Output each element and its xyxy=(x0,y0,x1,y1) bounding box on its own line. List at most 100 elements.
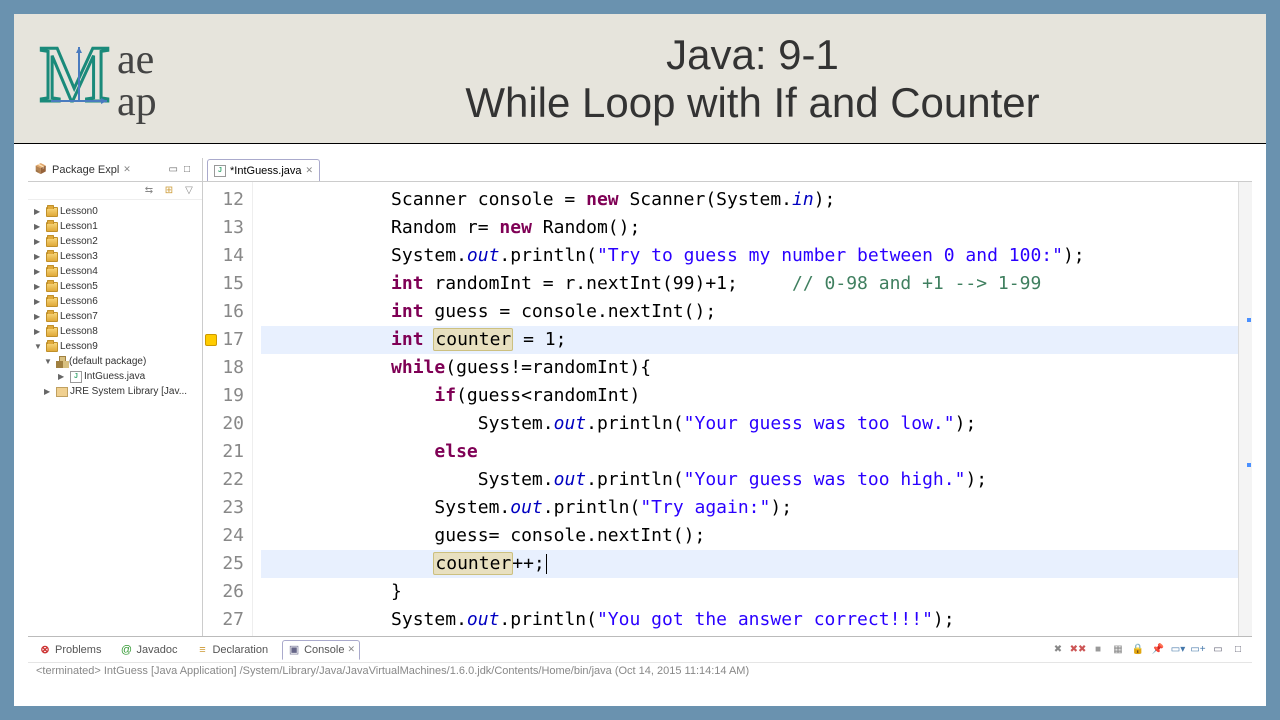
twist-icon[interactable]: ▶ xyxy=(34,294,44,309)
link-editor-icon[interactable]: ⊞ xyxy=(162,184,176,198)
gutter-line: 14 xyxy=(207,242,244,270)
tree-item-lesson2[interactable]: ▶ Lesson2 xyxy=(30,234,200,249)
gutter-line: 21 xyxy=(207,438,244,466)
bottom-tab-javadoc[interactable]: @Javadoc xyxy=(115,641,181,659)
remove-all-icon[interactable]: ✖✖ xyxy=(1070,642,1086,658)
tree-item-intguess-java[interactable]: ▶J IntGuess.java xyxy=(30,369,200,384)
tree-item-lesson0[interactable]: ▶ Lesson0 xyxy=(30,204,200,219)
code-area[interactable]: Scanner console = new Scanner(System.in)… xyxy=(253,182,1252,636)
code-line-16[interactable]: int guess = console.nextInt(); xyxy=(261,298,1252,326)
twist-icon[interactable]: ▼ xyxy=(34,339,44,354)
terminate-icon[interactable]: ■ xyxy=(1090,642,1106,658)
folder-icon xyxy=(46,312,58,322)
vertical-scrollbar[interactable] xyxy=(1238,182,1252,636)
code-line-14[interactable]: System.out.println("Try to guess my numb… xyxy=(261,242,1252,270)
twist-icon[interactable]: ▶ xyxy=(34,309,44,324)
gutter-line: 16 xyxy=(207,298,244,326)
code-line-21[interactable]: else xyxy=(261,438,1252,466)
twist-icon[interactable]: ▶ xyxy=(34,234,44,249)
sidebar-toolbar: ⇆ ⊞ ▽ xyxy=(28,182,202,200)
minimize-icon[interactable]: ▭ xyxy=(169,164,178,175)
bottom-tab-problems[interactable]: ⊗Problems xyxy=(34,641,105,659)
package-explorer-icon: 📦 xyxy=(34,163,48,177)
twist-icon[interactable]: ▶ xyxy=(34,249,44,264)
display-console-icon[interactable]: ▭▾ xyxy=(1170,642,1186,658)
view-menu-icon[interactable]: ▽ xyxy=(182,184,196,198)
bottom-tab-console[interactable]: ▣Console ✕ xyxy=(282,640,360,660)
pin-console-icon[interactable]: 📌 xyxy=(1150,642,1166,658)
bottom-tab-label: Problems xyxy=(55,644,101,656)
collapse-all-icon[interactable]: ⇆ xyxy=(142,184,156,198)
logo: M ae ap xyxy=(39,24,239,134)
tree-item-lesson4[interactable]: ▶ Lesson4 xyxy=(30,264,200,279)
twist-icon[interactable]: ▶ xyxy=(34,219,44,234)
code-line-18[interactable]: while(guess!=randomInt){ xyxy=(261,354,1252,382)
tree-label: Lesson6 xyxy=(60,294,98,309)
console-status: <terminated> IntGuess [Java Application]… xyxy=(28,663,1252,692)
twist-icon[interactable]: ▶ xyxy=(34,324,44,339)
package-explorer-label: Package Expl xyxy=(52,164,119,176)
project-tree[interactable]: ▶ Lesson0▶ Lesson1▶ Lesson2▶ Lesson3▶ Le… xyxy=(28,200,202,403)
tree-label: Lesson1 xyxy=(60,219,98,234)
maximize-panel-icon[interactable]: □ xyxy=(1230,642,1246,658)
code-line-24[interactable]: guess= console.nextInt(); xyxy=(261,522,1252,550)
twist-icon[interactable]: ▼ xyxy=(44,354,54,369)
tree-item-lesson3[interactable]: ▶ Lesson3 xyxy=(30,249,200,264)
code-line-27[interactable]: System.out.println("You got the answer c… xyxy=(261,606,1252,634)
java-file-icon: J xyxy=(70,371,82,383)
declaration-icon: ≡ xyxy=(195,643,209,657)
gutter-line: 13 xyxy=(207,214,244,242)
logo-text-top: ae xyxy=(117,37,154,83)
code-line-15[interactable]: int randomInt = r.nextInt(99)+1; // 0-98… xyxy=(261,270,1252,298)
package-icon xyxy=(56,356,67,367)
tree-item-jre-system-library-jav-[interactable]: ▶ JRE System Library [Jav... xyxy=(30,384,200,399)
twist-icon[interactable]: ▶ xyxy=(34,279,44,294)
tree-label: Lesson4 xyxy=(60,264,98,279)
close-tab-icon[interactable]: ✕ xyxy=(306,165,314,176)
code-line-26[interactable]: } xyxy=(261,578,1252,606)
code-line-19[interactable]: if(guess<randomInt) xyxy=(261,382,1252,410)
close-icon[interactable]: ✕ xyxy=(123,164,131,175)
editor-body[interactable]: 1213141516171819202122232425262728 Scann… xyxy=(203,182,1252,636)
close-icon[interactable]: ✕ xyxy=(347,644,355,655)
library-icon xyxy=(56,387,68,397)
code-line-20[interactable]: System.out.println("Your guess was too l… xyxy=(261,410,1252,438)
code-line-12[interactable]: Scanner console = new Scanner(System.in)… xyxy=(261,186,1252,214)
code-line-28[interactable]: } xyxy=(261,634,1252,636)
editor-tab-intguess[interactable]: J *IntGuess.java ✕ xyxy=(207,159,320,181)
code-line-25[interactable]: counter++; xyxy=(261,550,1252,578)
scroll-lock-icon[interactable]: 🔒 xyxy=(1130,642,1146,658)
twist-icon[interactable]: ▶ xyxy=(44,384,54,399)
tree-item-lesson8[interactable]: ▶ Lesson8 xyxy=(30,324,200,339)
code-line-22[interactable]: System.out.println("Your guess was too h… xyxy=(261,466,1252,494)
twist-icon[interactable]: ▶ xyxy=(34,264,44,279)
code-line-23[interactable]: System.out.println("Try again:"); xyxy=(261,494,1252,522)
tree-item-lesson6[interactable]: ▶ Lesson6 xyxy=(30,294,200,309)
twist-icon[interactable]: ▶ xyxy=(58,369,68,384)
tree-label: Lesson0 xyxy=(60,204,98,219)
tree-item-lesson1[interactable]: ▶ Lesson1 xyxy=(30,219,200,234)
gutter-line: 17 xyxy=(207,326,244,354)
package-explorer-tab[interactable]: 📦 Package Expl ✕ ▭ □ xyxy=(28,158,202,182)
tree-item-lesson9[interactable]: ▼ Lesson9 xyxy=(30,339,200,354)
code-line-17[interactable]: int counter = 1; xyxy=(261,326,1252,354)
page-title-line1: Java: 9-1 xyxy=(239,31,1266,79)
tree-item--default-package-[interactable]: ▼ (default package) xyxy=(30,354,200,369)
gutter-line: 15 xyxy=(207,270,244,298)
package-explorer: 📦 Package Expl ✕ ▭ □ ⇆ ⊞ ▽ ▶ Lesson0▶ Le… xyxy=(28,158,203,636)
tree-label: (default package) xyxy=(69,354,146,369)
ide-area: 📦 Package Expl ✕ ▭ □ ⇆ ⊞ ▽ ▶ Lesson0▶ Le… xyxy=(28,158,1252,692)
bottom-tab-declaration[interactable]: ≡Declaration xyxy=(191,641,272,659)
gutter-line: 28 xyxy=(207,634,244,636)
minimize-panel-icon[interactable]: ▭ xyxy=(1210,642,1226,658)
folder-icon xyxy=(46,237,58,247)
twist-icon[interactable]: ▶ xyxy=(34,204,44,219)
clear-console-icon[interactable]: ▦ xyxy=(1110,642,1126,658)
maximize-icon[interactable]: □ xyxy=(184,164,190,175)
tree-item-lesson7[interactable]: ▶ Lesson7 xyxy=(30,309,200,324)
bottom-tabs: ⊗Problems@Javadoc≡Declaration▣Console ✕ … xyxy=(28,637,1252,663)
code-line-13[interactable]: Random r= new Random(); xyxy=(261,214,1252,242)
open-console-icon[interactable]: ▭+ xyxy=(1190,642,1206,658)
remove-launch-icon[interactable]: ✖ xyxy=(1050,642,1066,658)
tree-item-lesson5[interactable]: ▶ Lesson5 xyxy=(30,279,200,294)
